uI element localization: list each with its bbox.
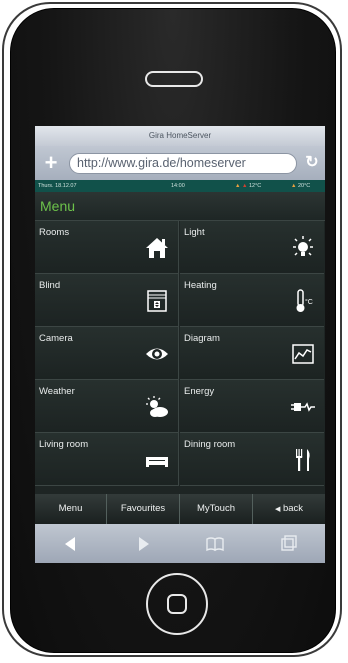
page-title: Menu: [40, 198, 76, 214]
eye-icon: [146, 348, 168, 360]
blind-icon: [147, 290, 167, 312]
forward-arrow-icon[interactable]: [133, 534, 153, 554]
back-triangle-icon: ◀: [274, 506, 281, 513]
tile-blind[interactable]: Blind: [35, 274, 179, 327]
tile-label: Blind: [39, 280, 61, 291]
add-bookmark-button[interactable]: +: [41, 152, 61, 174]
bottom-tab-bar: Menu Favourites MyTouch ◀ back: [35, 494, 325, 524]
tile-weather[interactable]: Weather: [35, 380, 179, 433]
tile-label: Diagram: [184, 333, 220, 344]
house-small-icon: ▲: [235, 183, 241, 189]
temp-arrow-icon: ▲: [241, 183, 248, 189]
tile-heating[interactable]: Heating °C: [180, 274, 324, 327]
indoor-house-icon: ▲: [291, 183, 297, 189]
outdoor-temp-value: 12°C: [248, 183, 262, 189]
cutlery-icon: [296, 449, 310, 471]
tile-light[interactable]: Light: [180, 221, 324, 274]
tab-mytouch[interactable]: MyTouch: [180, 494, 253, 524]
tab-back[interactable]: ◀ back: [253, 494, 325, 524]
tile-camera[interactable]: Camera: [35, 327, 179, 380]
pages-icon[interactable]: [279, 534, 299, 554]
speaker-slot: [145, 71, 203, 87]
indoor-temp-value: 20°C: [297, 183, 311, 189]
tile-label: Weather: [39, 386, 75, 397]
status-time: 14:00: [171, 183, 185, 189]
svg-text:°C: °C: [305, 298, 313, 306]
weather-icon: [146, 396, 168, 417]
sofa-icon: [146, 457, 168, 467]
status-outdoor-temp: ▲ ▲ 12°C: [235, 180, 261, 192]
status-date: Thurs. 18.12.07: [38, 183, 77, 189]
tile-label: Rooms: [39, 227, 70, 238]
tile-dining-room[interactable]: Dining room: [180, 433, 324, 486]
tile-living-room[interactable]: Living room: [35, 433, 179, 486]
tile-rooms[interactable]: Rooms: [35, 221, 179, 274]
tab-menu[interactable]: Menu: [35, 494, 107, 524]
back-arrow-icon[interactable]: [61, 534, 81, 554]
tile-label: Light: [184, 227, 205, 238]
bookmarks-icon[interactable]: [205, 534, 225, 554]
browser-title: Gira HomeServer: [35, 126, 325, 146]
reload-icon[interactable]: ↻: [302, 152, 322, 174]
home-square-icon: [167, 594, 187, 614]
tile-label: Dining room: [184, 439, 236, 450]
home-button[interactable]: [146, 573, 208, 635]
house-icon: [146, 238, 168, 258]
status-bar: Thurs. 18.12.07 14:00 ▲ ▲ 12°C ▲ 20°C: [35, 180, 325, 192]
tile-label: Living room: [39, 439, 89, 450]
url-bar: + http://www.gira.de/homeserver ↻: [35, 146, 325, 180]
browser-toolbar: [35, 524, 325, 563]
lightbulb-icon: [293, 236, 313, 256]
tile-label: Heating: [184, 280, 217, 291]
thermometer-icon: °C: [296, 289, 313, 312]
plug-icon: [291, 402, 315, 412]
status-indoor-temp: ▲ 20°C: [291, 180, 310, 192]
phone-screen: Gira HomeServer + http://www.gira.de/hom…: [35, 126, 325, 563]
chart-icon: [292, 344, 314, 364]
url-field[interactable]: http://www.gira.de/homeserver: [69, 153, 297, 174]
tab-favourites[interactable]: Favourites: [107, 494, 180, 524]
tile-label: Energy: [184, 386, 215, 397]
back-label: back: [282, 503, 304, 514]
menu-header: Menu: [35, 192, 325, 221]
tile-label: Camera: [39, 333, 73, 344]
tile-energy[interactable]: Energy: [180, 380, 324, 433]
menu-grid: Rooms Light Blind Heating °C Camera Diag…: [35, 221, 325, 491]
tile-diagram[interactable]: Diagram: [180, 327, 324, 380]
